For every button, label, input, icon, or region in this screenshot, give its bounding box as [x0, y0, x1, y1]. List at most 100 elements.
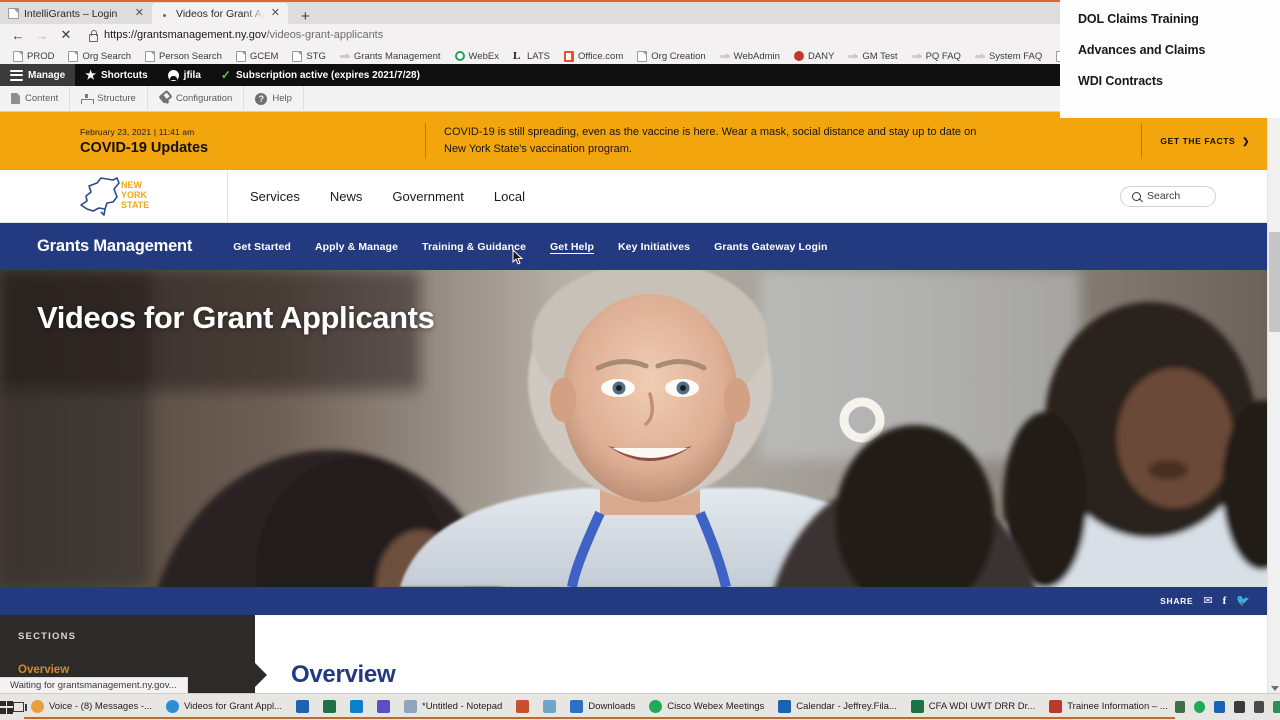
taskbar-item-webex-app[interactable] [370, 696, 398, 719]
taskbar-item-excel[interactable] [316, 696, 344, 719]
taskbar-item-paint[interactable] [536, 696, 564, 719]
bookmark-webex[interactable]: WebEx [448, 51, 506, 62]
bookmark-label: DANY [807, 50, 835, 62]
overlay-item-wdi-contracts[interactable]: WDI Contracts [1078, 74, 1280, 88]
scrollbar-thumb[interactable] [1269, 232, 1280, 332]
grants-nav-links: Get Started Apply & Manage Training & Guid… [233, 241, 827, 253]
outlook-icon[interactable] [1214, 701, 1225, 713]
twitter-icon[interactable]: 🐦 [1236, 595, 1250, 607]
browser-tab-intelligrants[interactable]: IntelliGrants – Login ✕ [0, 3, 152, 24]
grants-nav-apply-manage[interactable]: Apply & Manage [315, 241, 398, 253]
taskbar-item-untitled-notepad[interactable]: *Untitled - Notepad [397, 696, 510, 719]
url-origin: https://grantsmanagement.ny.gov [104, 29, 267, 41]
overlay-item-dol-claims-training[interactable]: DOL Claims Training [1078, 12, 1280, 26]
taskbar-item-voice-8-messages[interactable]: Voice - (8) Messages -... [24, 696, 159, 719]
bookmark-org-creation[interactable]: Org Creation [630, 50, 712, 62]
nygov-nav-services[interactable]: Services [250, 189, 300, 204]
drupal-user-button[interactable]: jfila [158, 64, 211, 86]
grants-nav-training-guidance[interactable]: Training & Guidance [422, 241, 526, 253]
usb-icon[interactable] [1253, 701, 1265, 713]
bookmark-office-com[interactable]: Office.com [557, 50, 630, 62]
lock-icon [88, 30, 98, 42]
facebook-icon[interactable]: f [1223, 595, 1227, 607]
bookmark-system-faq[interactable]: System FAQ [968, 51, 1049, 62]
back-icon[interactable]: ← [6, 26, 30, 44]
drupal-menu-label: Help [272, 93, 292, 104]
drupal-menu-help[interactable]: ? Help [244, 85, 304, 112]
drupal-menu-content[interactable]: Content [0, 85, 71, 112]
bookmark-pq-faq[interactable]: PQ FAQ [905, 51, 968, 62]
share-bar: SHARE ✉ f 🐦 [0, 587, 1280, 615]
close-icon[interactable]: ✕ [133, 8, 146, 19]
taskbar-item-cisco-webex-meetings[interactable]: Cisco Webex Meetings [642, 696, 772, 719]
bookmark-gcem[interactable]: GCEM [229, 50, 286, 62]
grants-nav-key-initiatives[interactable]: Key Initiatives [618, 241, 690, 253]
page-scrollbar[interactable] [1267, 112, 1280, 693]
ny-state-logo[interactable]: NEW YORK STATE [0, 169, 228, 223]
shield-icon[interactable] [1273, 701, 1280, 713]
search-icon [1132, 191, 1141, 201]
bookmark-dany[interactable]: DANY [787, 51, 841, 62]
bookmark-gm-test[interactable]: GM Test [841, 51, 904, 62]
display-icon[interactable] [1174, 701, 1186, 713]
new-tab-button[interactable]: + [296, 9, 315, 24]
sidebar-item-overview[interactable]: Overview [0, 642, 255, 676]
taskbar-item-outlook[interactable] [289, 696, 317, 719]
nygov-nav-government[interactable]: Government [392, 189, 464, 204]
bookmark-person-search[interactable]: Person Search [138, 50, 229, 62]
bookmark-grants-management[interactable]: Grants Management [333, 51, 448, 62]
covid-date: February 23, 2021 | 11:41 am [80, 127, 425, 138]
document-icon [637, 50, 648, 62]
outlook-icon [296, 699, 310, 713]
bookmark-org-search[interactable]: Org Search [61, 50, 138, 62]
taskbar-item-label: *Untitled - Notepad [422, 700, 503, 712]
star-icon: ★ [85, 68, 96, 82]
taskbar-item-cfa-wdi-uwt-drr-dr[interactable]: CFA WDI UWT DRR Dr... [903, 696, 1043, 719]
section-heading-overview: Overview [291, 661, 396, 688]
bookmark-lats[interactable]: L LATS [506, 50, 557, 62]
search-button[interactable]: Search [1120, 185, 1216, 207]
email-icon[interactable]: ✉ [1203, 595, 1212, 607]
chrome-icon [31, 699, 44, 713]
grants-nav-get-started[interactable]: Get Started [233, 241, 291, 253]
nygov-nav-news[interactable]: News [330, 189, 363, 204]
drupal-manage-button[interactable]: Manage [0, 64, 76, 86]
bookmark-prod[interactable]: PROD [6, 50, 61, 62]
taskbar-item-powerpoint[interactable] [509, 696, 537, 719]
mic-icon[interactable] [1233, 701, 1245, 713]
task-view-button[interactable] [13, 702, 27, 712]
covid-time-text: | 11:41 am [153, 126, 195, 137]
start-button[interactable] [0, 700, 13, 714]
nygov-nav-local[interactable]: Local [494, 189, 525, 204]
edge-icon [165, 699, 179, 713]
close-icon[interactable]: ✕ [269, 8, 282, 19]
bookmark-stg[interactable]: STG [285, 50, 333, 62]
bookmark-label: Org Search [82, 50, 132, 62]
chevron-down-icon[interactable] [1271, 686, 1279, 691]
drupal-shortcuts-label: Shortcuts [101, 69, 148, 81]
browser-tab-videos[interactable]: Videos for Grant Applicants | Gr ✕ [152, 3, 288, 24]
grants-nav-get-help[interactable]: Get Help [550, 241, 594, 253]
stop-icon[interactable]: ✕ [54, 26, 78, 44]
share-label: SHARE [1160, 596, 1194, 606]
bookmark-label: GM Test [862, 50, 898, 62]
taskbar-item-calendar-jeffrey-fila[interactable]: Calendar - Jeffrey.Fila... [771, 696, 904, 719]
mouse-cursor [512, 249, 523, 265]
taskbar-item-trainee-information[interactable]: Trainee Information – ... [1042, 696, 1175, 719]
overlay-item-advances-and-claims[interactable]: Advances and Claims [1078, 43, 1280, 57]
ny-gov-nav: Services News Government Local [228, 189, 525, 204]
taskbar-item-videos-for-grant-appl[interactable]: Videos for Grant Appl... [158, 696, 290, 719]
taskbar-item-downloads[interactable]: Downloads [563, 696, 643, 719]
drupal-shortcuts-button[interactable]: ★ Shortcuts [75, 64, 157, 86]
grants-management-brand[interactable]: Grants Management [0, 237, 192, 256]
get-the-facts-link[interactable]: GET THE FACTS ❯ [1142, 136, 1280, 147]
grants-nav-grants-gateway-login[interactable]: Grants Gateway Login [714, 241, 827, 253]
drupal-menu-structure[interactable]: Structure [70, 85, 148, 112]
forward-icon[interactable]: → [30, 26, 54, 44]
covid-date-text: February 23, 2021 [80, 126, 152, 137]
bookmark-label: WebEx [468, 50, 499, 62]
drupal-menu-configuration[interactable]: Configuration [148, 85, 245, 112]
taskbar-item-skype[interactable] [343, 696, 371, 719]
bookmark-webadmin[interactable]: WebAdmin [713, 51, 787, 62]
webex-circle-icon[interactable] [1194, 701, 1206, 713]
